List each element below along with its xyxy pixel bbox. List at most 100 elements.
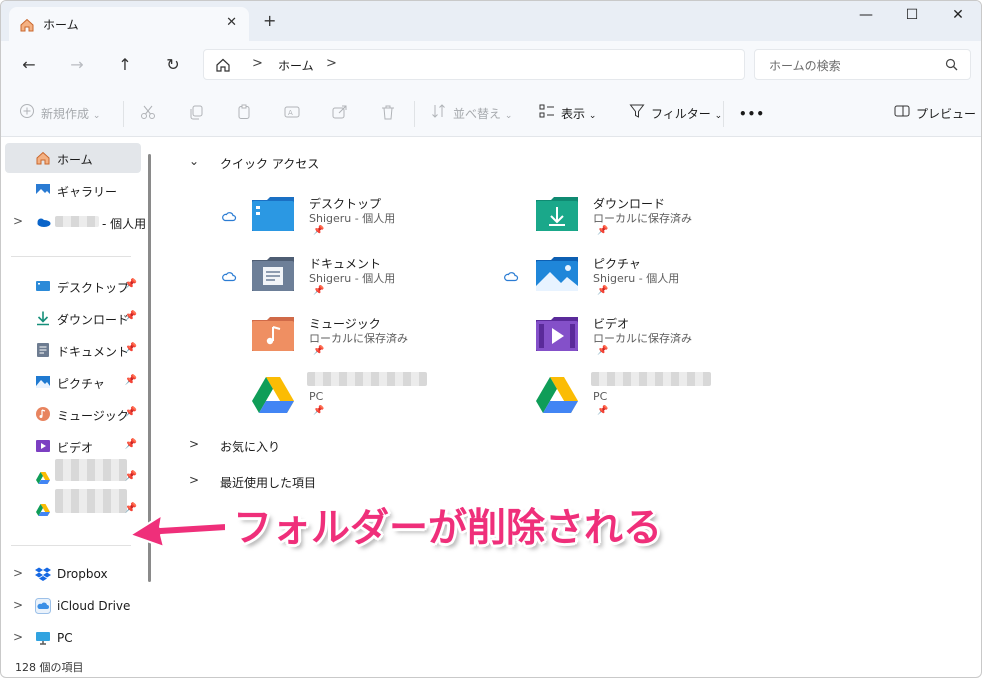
breadcrumb-separator[interactable]: >: [252, 56, 263, 71]
pictures-icon: [35, 374, 51, 390]
breadcrumb-separator[interactable]: >: [326, 56, 337, 71]
chevron-right-icon[interactable]: >: [13, 630, 23, 644]
view-label: 表示: [561, 107, 586, 121]
chevron-right-icon[interactable]: >: [13, 566, 23, 580]
more-options-button[interactable]: •••: [739, 103, 765, 125]
cloud-status-icon: [221, 270, 237, 285]
sidebar-item-label: ドキュメント: [57, 345, 130, 359]
cut-icon[interactable]: [139, 103, 157, 125]
pin-icon[interactable]: 📌: [125, 471, 137, 482]
pin-icon[interactable]: 📌: [125, 407, 137, 418]
preview-button[interactable]: プレビュー: [894, 103, 976, 125]
item-location: Shigeru - 個人用: [593, 272, 680, 285]
chevron-right-icon[interactable]: >: [13, 214, 23, 228]
rename-icon[interactable]: A: [283, 103, 301, 125]
copy-icon[interactable]: [187, 103, 205, 125]
quick-access-item-google-drive[interactable]: PC 📌: [505, 372, 765, 432]
item-location: ローカルに保存済み: [309, 332, 408, 345]
sidebar-item-label: ピクチャ: [57, 377, 105, 391]
sidebar-item-gallery[interactable]: ギャラリー: [5, 175, 141, 205]
pin-icon: 📌: [313, 346, 325, 356]
chevron-right-icon[interactable]: >: [189, 473, 199, 487]
refresh-button[interactable]: ↻: [161, 53, 185, 77]
tab-label: ホーム: [43, 18, 79, 32]
sort-button[interactable]: 並べ替え ⌄: [431, 103, 512, 125]
home-outline-icon[interactable]: [214, 56, 232, 77]
quick-access-item-pictures[interactable]: ピクチャ Shigeru - 個人用 📌: [504, 256, 765, 312]
sidebar-item-documents[interactable]: ドキュメント 📌: [5, 335, 141, 365]
sidebar-item-home[interactable]: ホーム: [5, 143, 141, 173]
item-location: ローカルに保存済み: [593, 332, 692, 345]
desktop-folder-icon: [251, 196, 295, 235]
plus-circle-icon: [19, 103, 35, 126]
pin-icon[interactable]: 📌: [125, 311, 137, 322]
pin-icon: 📌: [597, 346, 609, 356]
new-button[interactable]: 新規作成 ⌄: [19, 103, 100, 125]
quick-access-item-desktop[interactable]: デスクトップ Shigeru - 個人用 📌: [221, 196, 481, 252]
onedrive-icon: [35, 214, 51, 230]
sidebar-item-label: Dropbox: [57, 567, 108, 581]
filter-button[interactable]: フィルター ⌄: [629, 103, 722, 125]
sidebar-item-downloads[interactable]: ダウンロード 📌: [5, 303, 141, 333]
cloud-status-icon: [221, 210, 237, 225]
chevron-right-icon[interactable]: >: [13, 598, 23, 612]
pin-icon[interactable]: 📌: [125, 343, 137, 354]
videos-folder-icon: [535, 316, 579, 355]
redacted-folder-name: [55, 459, 127, 481]
minimize-button[interactable]: —: [843, 7, 889, 27]
section-title: クイック アクセス: [220, 157, 320, 171]
maximize-button[interactable]: ☐: [889, 7, 935, 27]
close-window-button[interactable]: ✕: [935, 7, 981, 27]
sidebar-item-label: ダウンロード: [57, 313, 130, 327]
pin-icon[interactable]: 📌: [125, 439, 137, 450]
sidebar-item-google-drive[interactable]: 📌: [5, 489, 141, 525]
sort-icon: [431, 103, 447, 126]
sidebar-item-label: PC: [57, 631, 73, 645]
sidebar-item-onedrive[interactable]: > - 個人用: [5, 207, 146, 237]
sidebar-item-music[interactable]: ミュージック 📌: [5, 399, 141, 429]
new-tab-button[interactable]: +: [263, 13, 276, 29]
svg-text:A: A: [288, 109, 293, 117]
search-input[interactable]: ホームの検索: [754, 49, 971, 80]
breadcrumb-home[interactable]: ホーム: [278, 57, 314, 74]
home-icon: [35, 150, 51, 166]
chevron-right-icon[interactable]: >: [189, 437, 199, 451]
section-title: 最近使用した項目: [220, 476, 317, 490]
quick-access-item-downloads[interactable]: ダウンロード ローカルに保存済み 📌: [505, 196, 765, 252]
pin-icon[interactable]: 📌: [125, 279, 137, 290]
back-button[interactable]: ←: [17, 53, 41, 77]
sidebar-item-videos[interactable]: ビデオ 📌: [5, 431, 141, 461]
sidebar-item-pc[interactable]: > PC: [5, 623, 141, 653]
sidebar-item-icloud[interactable]: > iCloud Drive: [5, 591, 141, 621]
view-button[interactable]: 表示 ⌄: [539, 103, 596, 125]
new-label: 新規作成: [41, 107, 90, 121]
paste-icon[interactable]: [235, 103, 253, 125]
item-location: Shigeru - 個人用: [309, 212, 396, 225]
status-item-count: 128 個の項目: [15, 661, 84, 674]
quick-access-item-music[interactable]: ミュージック ローカルに保存済み 📌: [221, 316, 481, 372]
delete-icon[interactable]: [379, 103, 397, 125]
documents-icon: [35, 342, 51, 358]
search-icon: [945, 58, 958, 74]
close-tab-icon[interactable]: ✕: [226, 15, 237, 30]
forward-button[interactable]: →: [65, 53, 89, 77]
quick-access-item-videos[interactable]: ビデオ ローカルに保存済み 📌: [505, 316, 765, 372]
sidebar-item-desktop[interactable]: デスクトップ 📌: [5, 271, 141, 301]
share-icon[interactable]: [331, 103, 349, 125]
sidebar-divider: [11, 545, 131, 546]
documents-folder-icon: [251, 256, 295, 295]
sidebar-item-pictures[interactable]: ピクチャ 📌: [5, 367, 141, 397]
pin-icon: 📌: [313, 286, 325, 296]
chevron-down-icon[interactable]: ⌄: [189, 154, 199, 168]
up-button[interactable]: ↑: [113, 53, 137, 77]
address-bar[interactable]: > ホーム >: [203, 49, 745, 80]
tab-home[interactable]: ホーム ✕: [9, 7, 249, 41]
download-folder-icon: [535, 196, 579, 235]
pin-icon: 📌: [597, 226, 609, 236]
quick-access-item-google-drive[interactable]: PC 📌: [221, 372, 481, 432]
music-folder-icon: [251, 316, 295, 355]
pin-icon[interactable]: 📌: [125, 375, 137, 386]
sidebar-item-dropbox[interactable]: > Dropbox: [5, 559, 141, 589]
quick-access-item-documents[interactable]: ドキュメント Shigeru - 個人用 📌: [221, 256, 481, 312]
pin-icon: 📌: [313, 406, 325, 416]
